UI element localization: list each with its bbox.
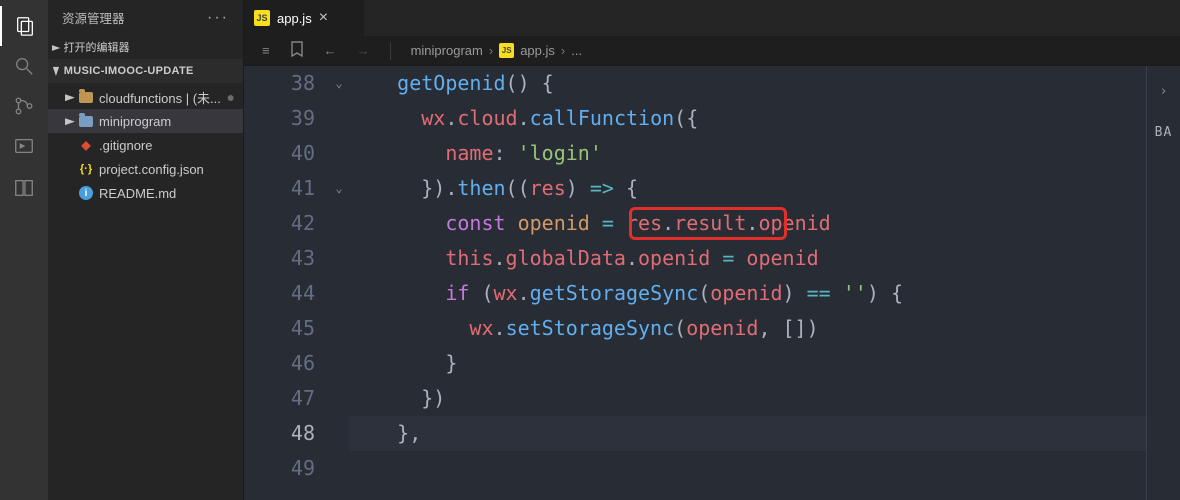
code-line[interactable]: }).then((res) => { — [349, 171, 1146, 206]
tab-bar: JS app.js × — [244, 0, 1180, 36]
outline-icon[interactable]: ≡ — [262, 43, 270, 58]
layout-icon[interactable] — [0, 168, 48, 208]
line-number-gutter: 383940414243444546474849 — [244, 66, 329, 500]
breadcrumb[interactable]: miniprogram › JS app.js › ... — [411, 43, 582, 58]
js-icon: JS — [499, 43, 514, 58]
chevron-right-icon[interactable]: › — [1160, 74, 1168, 109]
close-icon[interactable]: × — [319, 9, 328, 27]
file-tree: ▶cloudfunctions | (未...●▶miniprogram◆.gi… — [48, 83, 243, 207]
tree-item[interactable]: {·}project.config.json — [48, 157, 243, 181]
fold-gutter: ⌄⌄ — [329, 66, 349, 500]
open-editors-section[interactable]: ▶打开的编辑器 — [48, 35, 243, 59]
js-icon: JS — [254, 10, 270, 26]
code-line[interactable]: }) — [349, 381, 1146, 416]
tree-item-label: project.config.json — [99, 162, 204, 177]
breadcrumb-item[interactable]: ... — [571, 43, 582, 58]
code-line[interactable]: wx.setStorageSync(openid, []) — [349, 311, 1146, 346]
separator — [390, 42, 391, 60]
chevron-right-icon: › — [561, 43, 565, 58]
editor-group: JS app.js × ≡ ← → miniprogram › JS app.j… — [244, 0, 1180, 500]
sidebar-title: 资源管理器 — [62, 8, 125, 27]
search-icon[interactable] — [0, 46, 48, 86]
tree-item[interactable]: ▶cloudfunctions | (未...● — [48, 85, 243, 109]
workspace-label: MUSIC-IMOOC-UPDATE — [64, 65, 194, 77]
code-line[interactable] — [349, 451, 1146, 486]
code-line[interactable]: const openid = res.result.openid — [349, 206, 1146, 241]
outline-label: BA — [1155, 115, 1173, 150]
tab-label: app.js — [277, 11, 312, 26]
tree-item-label: cloudfunctions | (未... — [99, 88, 221, 107]
bookmark-icon[interactable] — [290, 41, 304, 60]
explorer-icon[interactable] — [0, 6, 48, 46]
code-area[interactable]: getOpenid() { wx.cloud.callFunction({ na… — [349, 66, 1146, 500]
tree-item-label: .gitignore — [99, 138, 152, 153]
editor-toolbar: ≡ ← → miniprogram › JS app.js › ... — [244, 36, 1180, 66]
sidebar-more-icon[interactable]: ··· — [207, 9, 229, 27]
code-line[interactable]: this.globalData.openid = openid — [349, 241, 1146, 276]
code-line[interactable]: }, — [349, 416, 1146, 451]
code-editor[interactable]: 383940414243444546474849 ⌄⌄ getOpenid() … — [244, 66, 1180, 500]
breadcrumb-item[interactable]: app.js — [520, 43, 555, 58]
tree-item[interactable]: ◆.gitignore — [48, 133, 243, 157]
explorer-sidebar: 资源管理器 ··· ▶打开的编辑器 ▶MUSIC-IMOOC-UPDATE ▶c… — [48, 0, 244, 500]
code-line[interactable]: name: 'login' — [349, 136, 1146, 171]
workspace-section[interactable]: ▶MUSIC-IMOOC-UPDATE — [48, 59, 243, 83]
open-editors-label: 打开的编辑器 — [63, 39, 129, 55]
tab-app-js[interactable]: JS app.js × — [244, 0, 364, 36]
breadcrumb-item[interactable]: miniprogram — [411, 43, 483, 58]
fold-chevron-icon[interactable]: ⌄ — [335, 66, 342, 101]
source-control-icon[interactable] — [0, 86, 48, 126]
tree-item[interactable]: ▶miniprogram — [48, 109, 243, 133]
activity-bar — [0, 0, 48, 500]
back-icon[interactable]: ← — [324, 43, 337, 58]
code-line[interactable]: getOpenid() { — [349, 66, 1146, 101]
tree-item-label: miniprogram — [99, 114, 171, 129]
chevron-right-icon: › — [489, 43, 493, 58]
dirty-indicator: ● — [227, 90, 235, 104]
tree-item-label: README.md — [99, 186, 176, 201]
code-line[interactable]: if (wx.getStorageSync(openid) == '') { — [349, 276, 1146, 311]
run-icon[interactable] — [0, 126, 48, 166]
outline-column: › BA — [1146, 66, 1180, 500]
tree-item[interactable]: iREADME.md — [48, 181, 243, 205]
sidebar-header: 资源管理器 ··· — [48, 0, 243, 35]
fold-chevron-icon[interactable]: ⌄ — [335, 171, 342, 206]
forward-icon[interactable]: → — [357, 43, 370, 58]
code-line[interactable]: wx.cloud.callFunction({ — [349, 101, 1146, 136]
code-line[interactable]: } — [349, 346, 1146, 381]
